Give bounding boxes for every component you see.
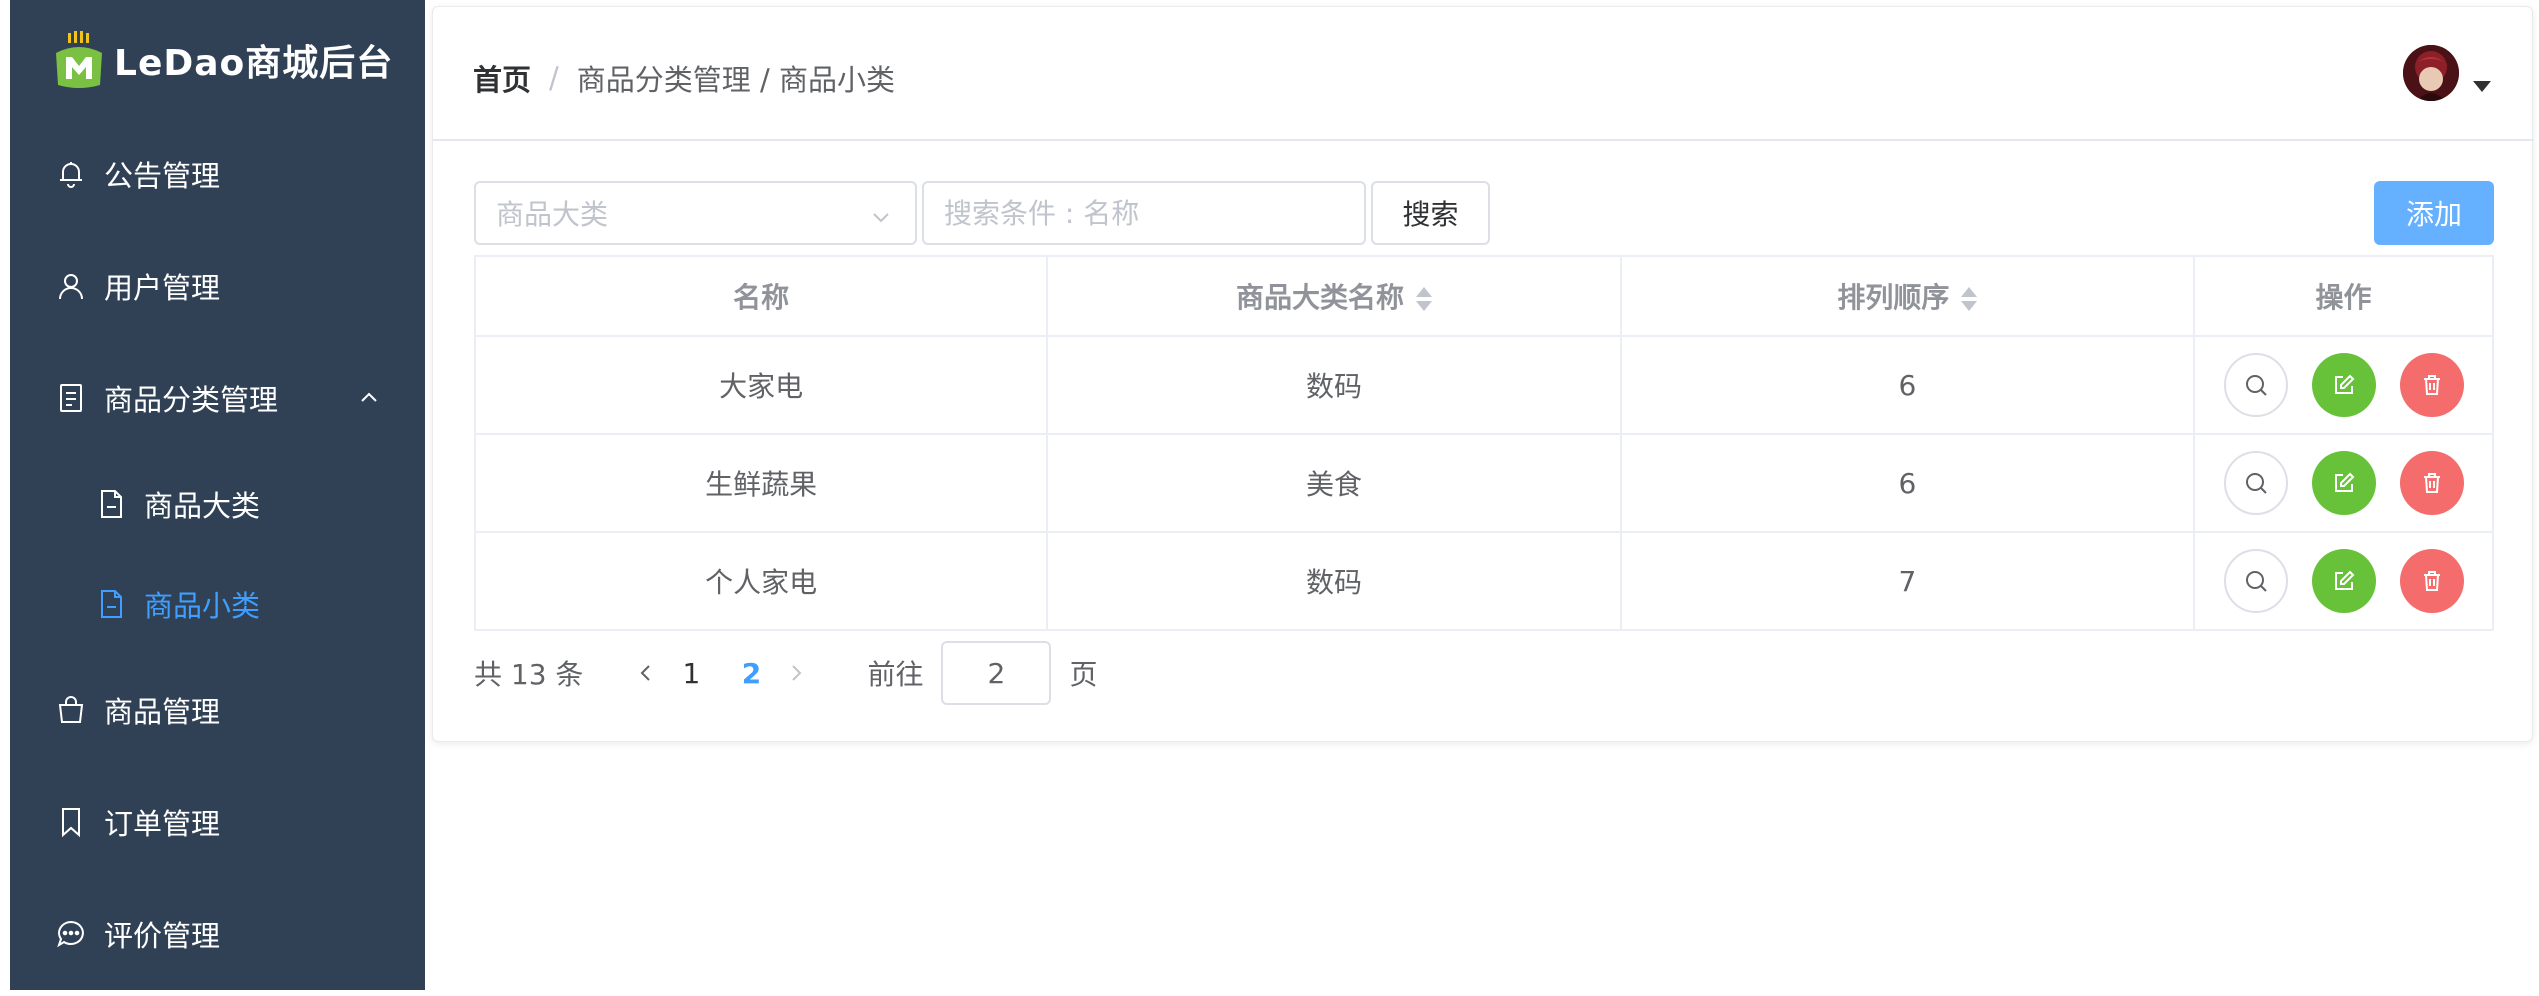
sidebar-item-reviews[interactable]: 评价管理 [10, 898, 425, 970]
header: 首页 / 商品分类管理 / 商品小类 [433, 7, 2534, 141]
edit-button[interactable] [2311, 549, 2376, 613]
search-input[interactable] [922, 181, 1366, 245]
sidebar-item-label: 公告管理 [104, 159, 221, 193]
avatar[interactable] [2403, 45, 2459, 101]
prev-page-button[interactable] [631, 658, 661, 688]
bell-icon [54, 157, 88, 191]
sidebar-item-label: 商品分类管理 [104, 383, 279, 417]
sidebar-item-major-category[interactable]: 商品大类 [10, 468, 425, 540]
sidebar-item-label: 评价管理 [104, 919, 221, 953]
main-panel: 首页 / 商品分类管理 / 商品小类 商品大类 搜索 添加 名称 商品大类 [432, 6, 2534, 742]
breadcrumb-path: 商品分类管理 / 商品小类 [576, 63, 896, 97]
edit-icon [2334, 472, 2354, 492]
sidebar-item-category-management[interactable]: 商品分类管理 [10, 362, 425, 434]
sidebar-item-products[interactable]: 商品管理 [10, 674, 425, 746]
cell-category: 数码 [1046, 335, 1622, 435]
sidebar-item-orders[interactable]: 订单管理 [10, 786, 425, 858]
bookmark-icon [54, 805, 88, 839]
file-icon [94, 587, 128, 621]
sidebar-item-minor-category[interactable]: 商品小类 [10, 568, 425, 640]
cell-order: 6 [1619, 433, 2196, 533]
edit-icon [2334, 570, 2354, 590]
column-header-name: 名称 [473, 255, 1049, 337]
trash-icon [2423, 473, 2440, 493]
delete-button[interactable] [2399, 353, 2464, 417]
breadcrumb: 首页 / 商品分类管理 / 商品小类 [473, 57, 895, 99]
table-row: 大家电 数码 6 [473, 335, 2494, 435]
file-icon [94, 487, 128, 521]
sidebar-item-label: 商品小类 [144, 589, 261, 623]
sidebar-item-label: 用户管理 [104, 271, 221, 305]
cell-name: 个人家电 [473, 531, 1049, 631]
column-header-actions: 操作 [2193, 255, 2494, 337]
sidebar-item-label: 商品大类 [144, 489, 261, 523]
view-button[interactable] [2223, 353, 2288, 417]
column-header-order[interactable]: 排列顺序 [1619, 255, 2196, 337]
table-header-row: 名称 商品大类名称 排列顺序 操作 [473, 255, 2494, 337]
next-page-button[interactable] [781, 658, 811, 688]
logo-text: LeDao商城后台 [114, 43, 394, 84]
page-jump-input[interactable]: 2 [941, 641, 1052, 705]
cell-category: 数码 [1046, 531, 1622, 631]
cell-actions [2193, 433, 2494, 533]
sort-icon[interactable] [1416, 286, 1433, 312]
cell-name: 生鲜蔬果 [473, 433, 1049, 533]
sidebar-item-announcements[interactable]: 公告管理 [10, 138, 425, 210]
sidebar-item-label: 商品管理 [104, 695, 221, 729]
page-suffix-label: 页 [1069, 658, 1098, 691]
breadcrumb-separator: / [549, 61, 559, 95]
sidebar: LeDao商城后台 公告管理 用户管理 商品分类管理 商品大类 商品小类 商品管… [10, 0, 425, 990]
cell-order: 6 [1619, 335, 2196, 435]
search-icon [2245, 375, 2267, 396]
search-icon [2245, 571, 2267, 592]
category-select-placeholder: 商品大类 [496, 198, 609, 231]
delete-button[interactable] [2399, 549, 2464, 613]
user-icon [54, 269, 88, 303]
view-button[interactable] [2223, 451, 2288, 515]
edit-icon [2334, 374, 2354, 394]
pagination-total: 共 13 条 [474, 658, 584, 691]
chevron-up-icon [355, 384, 383, 412]
document-icon [54, 381, 88, 415]
pagination: 共 13 条 1 2 前往 2 页 [474, 641, 1097, 705]
table-row: 生鲜蔬果 美食 6 [473, 433, 2494, 533]
chevron-down-icon [869, 203, 893, 227]
edit-button[interactable] [2311, 353, 2376, 417]
page-number-current[interactable]: 2 [721, 657, 781, 690]
search-icon [2245, 473, 2267, 494]
sidebar-item-users[interactable]: 用户管理 [10, 250, 425, 322]
delete-button[interactable] [2399, 451, 2464, 515]
goto-label: 前往 [867, 658, 924, 691]
cell-order: 7 [1619, 531, 2196, 631]
chevron-left-icon [641, 665, 651, 681]
page-number[interactable]: 1 [661, 657, 721, 690]
sort-icon[interactable] [1961, 286, 1978, 312]
data-table: 名称 商品大类名称 排列顺序 操作 大家电 数码 6 生鲜蔬果 美食 6 个人家… [473, 255, 2494, 631]
caret-down-icon[interactable] [2473, 81, 2491, 92]
cell-actions [2193, 335, 2494, 435]
cell-name: 大家电 [473, 335, 1049, 435]
trash-icon [2423, 571, 2440, 591]
trash-icon [2423, 375, 2440, 395]
edit-button[interactable] [2311, 451, 2376, 515]
cell-category: 美食 [1046, 433, 1622, 533]
logo-icon [50, 31, 108, 89]
breadcrumb-home[interactable]: 首页 [473, 57, 531, 99]
add-button[interactable]: 添加 [2374, 181, 2494, 245]
view-button[interactable] [2223, 549, 2288, 613]
category-select[interactable]: 商品大类 [474, 181, 917, 245]
sidebar-item-label: 订单管理 [104, 807, 221, 841]
chevron-right-icon [792, 665, 802, 681]
table-row: 个人家电 数码 7 [473, 531, 2494, 631]
shopping-bag-icon [54, 693, 88, 727]
chat-icon [54, 917, 88, 951]
logo[interactable]: LeDao商城后台 [50, 28, 393, 92]
column-header-category[interactable]: 商品大类名称 [1046, 255, 1622, 337]
cell-actions [2193, 531, 2494, 631]
search-button[interactable]: 搜索 [1371, 181, 1490, 245]
